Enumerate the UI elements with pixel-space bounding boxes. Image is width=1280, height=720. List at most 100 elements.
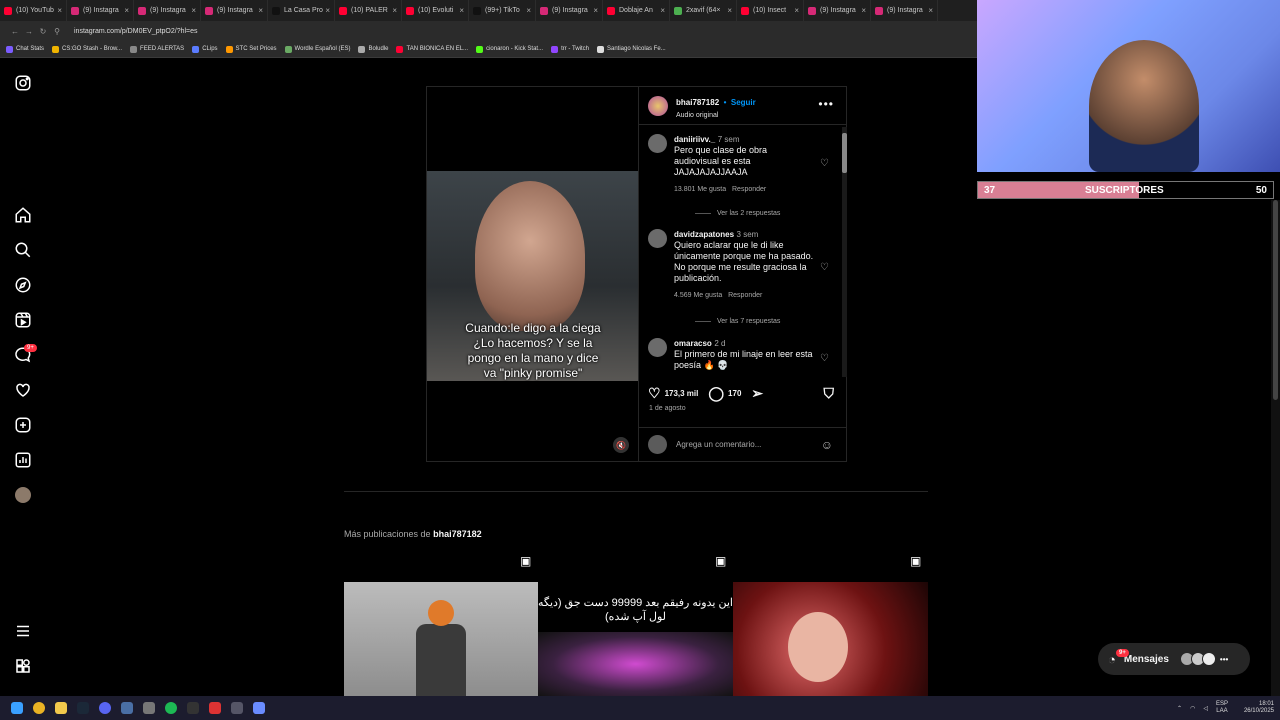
search-icon[interactable] [14,241,32,259]
save-bookmark-icon[interactable]: ⛉ [824,385,835,402]
comment-input[interactable]: Agrega un comentario... [676,440,761,449]
app-icon[interactable] [138,697,160,719]
app-icon[interactable] [116,697,138,719]
tab-close-icon[interactable]: × [325,6,330,15]
chrome-icon[interactable] [28,697,50,719]
mute-icon[interactable]: 🔇 [613,437,629,453]
url-text[interactable]: instagram.com/p/DM0EV_ptpO2/?hl=es [74,28,198,35]
post-thumbnail[interactable] [733,582,928,696]
commenter-avatar[interactable] [648,338,667,357]
browser-tab[interactable]: (10) YouTub × [0,0,67,21]
author-username[interactable]: bhai787182 [676,98,719,107]
bookmark-item[interactable]: Boludle [358,45,388,53]
post-thumbnail[interactable]: این یدونه رفیقم بعد 99999 دست جق (دیگه ل… [538,582,733,696]
tab-close-icon[interactable]: × [392,6,397,15]
tab-close-icon[interactable]: × [57,6,62,15]
browser-tab[interactable]: (99+) TikTo × [469,0,536,21]
emoji-icon[interactable]: ☺ [821,438,833,452]
bookmark-item[interactable]: FEED ALERTAS [130,45,184,53]
clock[interactable]: 18:01 26/10/2025 [1244,701,1274,715]
reels-icon[interactable] [14,311,32,329]
forward-icon[interactable]: → [22,27,36,36]
browser-tab[interactable]: (10) Evoluti × [402,0,469,21]
reply-button[interactable]: Responder [728,292,762,299]
bookmark-item[interactable]: cionaron - Kick Stat... [476,45,543,53]
tab-close-icon[interactable]: × [660,6,665,15]
profile-avatar[interactable] [14,486,32,504]
create-icon[interactable] [14,416,32,434]
comment-icon[interactable]: ◯ [708,385,724,402]
page-scrollbar[interactable] [1271,200,1280,696]
comment-username[interactable]: daniiriivv._ [674,135,715,144]
instagram-logo-icon[interactable] [14,74,32,92]
more-apps-icon[interactable] [14,657,32,675]
app-icon[interactable] [204,697,226,719]
tab-close-icon[interactable]: × [124,6,129,15]
tab-close-icon[interactable]: × [459,6,464,15]
bookmark-item[interactable]: Santiago Nicolas Fe... [596,45,666,53]
tab-close-icon[interactable]: × [258,6,263,15]
browser-tab[interactable]: (9) Instagra × [536,0,603,21]
browser-tab[interactable]: La Casa Pro × [268,0,335,21]
browser-tab[interactable]: (9) Instagra × [804,0,871,21]
bookmark-item[interactable]: STC Set Prices [225,45,277,53]
dashboard-icon[interactable] [14,451,32,469]
bookmark-item[interactable]: TAN BIONICA EN EL... [396,45,468,53]
bookmark-item[interactable]: CS:GO Stash - Brow... [52,45,122,53]
comment-like-icon[interactable]: ♡ [820,158,829,169]
reload-icon[interactable]: ↻ [36,27,50,36]
view-replies-button[interactable]: Ver las 2 respuestas [695,210,780,217]
back-icon[interactable]: ← [8,27,22,36]
comment-username[interactable]: davidzapatones [674,230,734,239]
messages-pill[interactable]: ◔ 9+ Mensajes ••• [1098,643,1250,675]
discord-icon[interactable] [94,697,116,719]
comment-username[interactable]: omaracso [674,339,712,348]
tab-close-icon[interactable]: × [794,6,799,15]
more-options-icon[interactable]: ••• [818,97,834,111]
commenter-avatar[interactable] [648,134,667,153]
volume-icon[interactable]: ◁ [1203,705,1208,712]
follow-button[interactable]: Seguir [731,98,756,107]
tab-close-icon[interactable]: × [928,6,933,15]
browser-tab[interactable]: (10) Insect × [737,0,804,21]
author-avatar[interactable] [648,95,668,116]
browser-tab[interactable]: (9) Instagra × [201,0,268,21]
comment-likes[interactable]: 13.801 Me gusta [674,186,726,193]
spotify-icon[interactable] [160,697,182,719]
app-icon[interactable] [248,697,270,719]
bookmark-item[interactable]: Chat Stats [6,45,44,53]
like-icon[interactable]: ♡ [648,385,661,402]
like-count[interactable]: 173,3 mil [665,389,699,398]
steam-icon[interactable] [72,697,94,719]
menu-icon[interactable] [14,622,32,640]
more-posts-user[interactable]: bhai787182 [433,529,482,539]
tab-close-icon[interactable]: × [191,6,196,15]
more-icon[interactable]: ••• [1220,655,1228,664]
tab-close-icon[interactable]: × [727,6,732,15]
commenter-avatar[interactable] [648,229,667,248]
site-info-icon[interactable]: ⚲ [50,27,64,36]
heart-icon[interactable] [14,381,32,399]
browser-tab[interactable]: Doblaje An × [603,0,670,21]
browser-tab[interactable]: (10) PALER × [335,0,402,21]
app-icon[interactable] [182,697,204,719]
bookmark-item[interactable]: Wordle Español (ES) [284,45,350,53]
reply-button[interactable]: Responder [732,186,766,193]
comment-like-icon[interactable]: ♡ [820,353,829,364]
tab-close-icon[interactable]: × [861,6,866,15]
comment-like-icon[interactable]: ♡ [820,262,829,273]
tray-chevron-icon[interactable]: ⌃ [1177,705,1182,712]
bookmark-item[interactable]: trr - Twitch [551,45,589,53]
tab-close-icon[interactable]: × [526,6,531,15]
bookmark-item[interactable]: CLips [192,45,218,53]
browser-tab[interactable]: (9) Instagra × [67,0,134,21]
browser-tab[interactable]: (9) Instagra × [134,0,201,21]
wifi-icon[interactable]: ◠ [1190,705,1195,712]
language-indicator[interactable]: ESP LAA [1216,701,1228,715]
tab-close-icon[interactable]: × [593,6,598,15]
browser-tab[interactable]: 2xavif (64× × [670,0,737,21]
file-explorer-icon[interactable] [50,697,72,719]
view-replies-button[interactable]: Ver las 7 respuestas [695,318,780,325]
post-thumbnail[interactable] [344,582,539,696]
comment-likes[interactable]: 4.569 Me gusta [674,292,722,299]
